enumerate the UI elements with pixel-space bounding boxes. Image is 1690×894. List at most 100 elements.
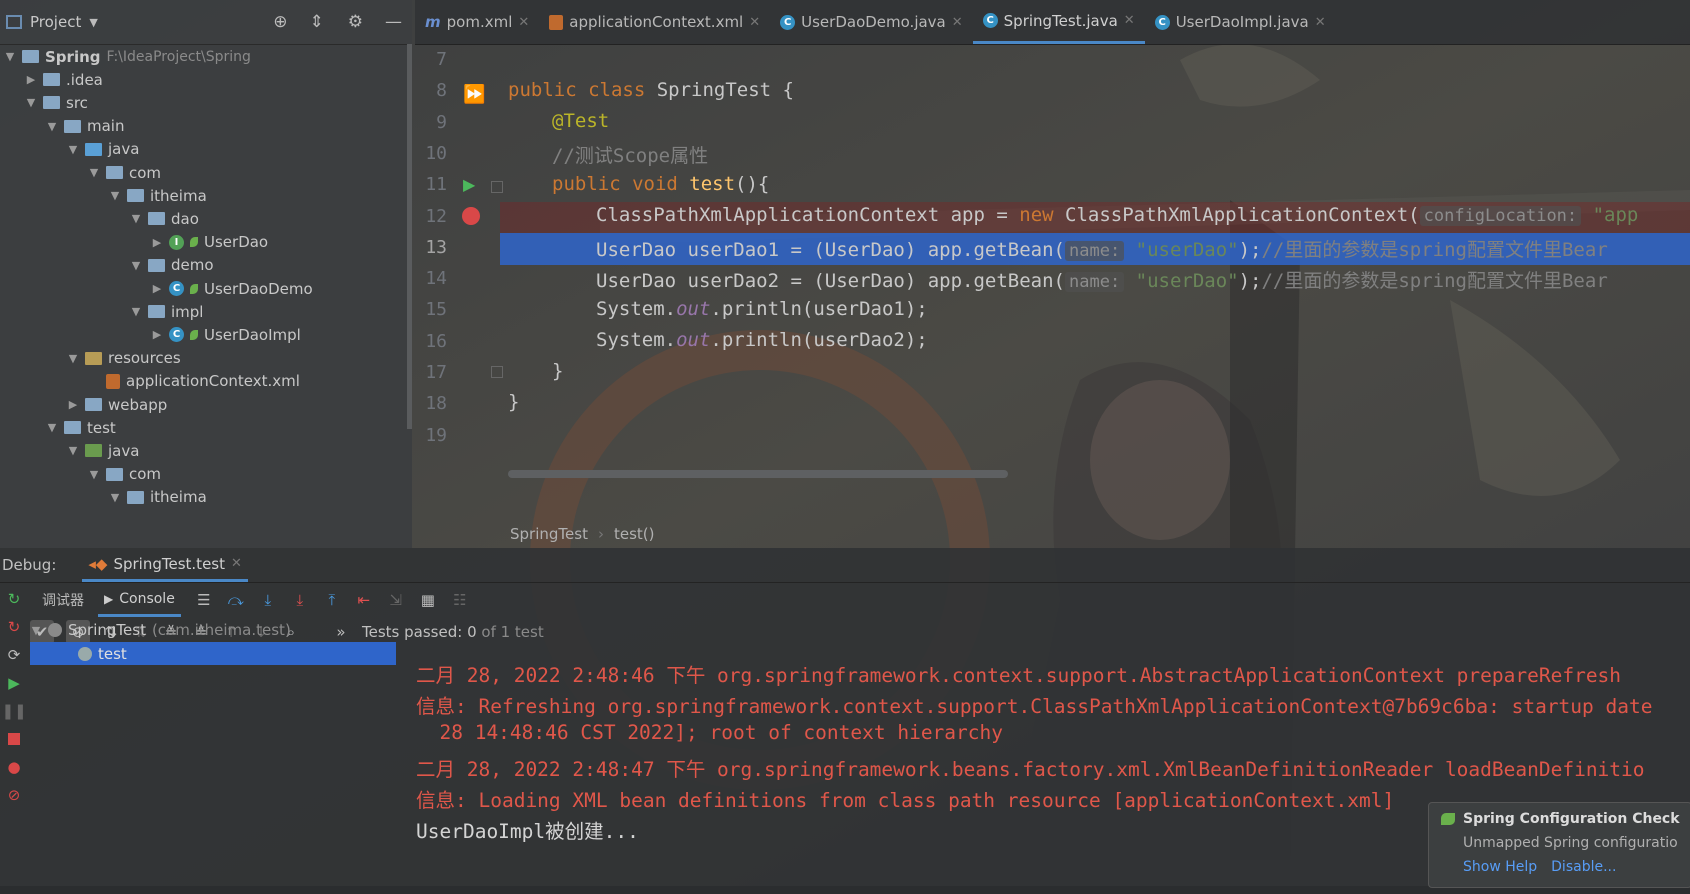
evaluate-expression-icon[interactable]: ▦ xyxy=(419,591,437,609)
horizontal-scrollbar[interactable] xyxy=(508,470,1008,478)
tree-item-userdao[interactable]: ▶ I UserDao xyxy=(151,230,268,255)
run-test-icon[interactable]: ▶ xyxy=(463,175,475,194)
tree-item-applicationcontext-xml[interactable]: applicationContext.xml xyxy=(88,369,300,394)
chevron-down-icon[interactable]: ▼ xyxy=(130,259,142,272)
chevron-right-icon[interactable]: ▶ xyxy=(25,73,37,86)
chevron-down-icon[interactable]: ▼ xyxy=(30,624,42,637)
tree-item-itheima[interactable]: ▼ itheima xyxy=(109,485,207,510)
test-suite-row[interactable]: ▼ SpringTest (com.itheima.test) xyxy=(30,618,291,642)
test-case-row[interactable]: test xyxy=(30,642,396,665)
tree-item-userdaodemo[interactable]: ▶ C UserDaoDemo xyxy=(151,276,313,301)
chevron-down-icon[interactable]: ▼ xyxy=(88,468,100,481)
breadcrumb-method[interactable]: test() xyxy=(614,525,655,543)
chevron-down-icon[interactable]: ▼ xyxy=(67,444,79,457)
minimize-icon[interactable]: — xyxy=(385,12,402,32)
show-help-link[interactable]: Show Help xyxy=(1463,859,1537,875)
tree-item-resources[interactable]: ▼ resources xyxy=(67,346,181,371)
spring-bean-icon xyxy=(190,329,198,340)
disable-link[interactable]: Disable... xyxy=(1551,859,1616,875)
project-panel: Project ▼ ⊕ ⇕ ⚙ — ▼ Spring F:\IdeaProject\… xyxy=(0,0,412,548)
run-class-icon[interactable]: ⏩ xyxy=(463,84,485,105)
trace-icon[interactable]: ☷ xyxy=(451,591,469,609)
editor-tab-pom-xml[interactable]: m pom.xml ✕ xyxy=(415,0,539,44)
tree-item-java[interactable]: ▼ java xyxy=(67,137,140,162)
breadcrumb-class[interactable]: SpringTest xyxy=(510,525,588,543)
close-icon[interactable]: ✕ xyxy=(1315,15,1326,30)
close-icon[interactable]: ✕ xyxy=(952,15,963,30)
editor-tab-userdaodemo-java[interactable]: C UserDaoDemo.java ✕ xyxy=(770,0,973,44)
chevron-right-icon[interactable]: ▶ xyxy=(67,398,79,411)
tree-item-com[interactable]: ▼ com xyxy=(88,160,161,185)
tree-item-main[interactable]: ▼ main xyxy=(46,114,125,139)
close-icon[interactable]: ✕ xyxy=(749,15,760,30)
debug-session-tab[interactable]: ◂◆ SpringTest.test ✕ xyxy=(82,548,248,582)
tree-item--idea[interactable]: ▶ .idea xyxy=(25,67,103,92)
chevron-down-icon[interactable]: ▼ xyxy=(130,212,142,225)
tree-item-webapp[interactable]: ▶ webapp xyxy=(67,392,168,417)
gear-icon[interactable]: ⚙ xyxy=(348,12,363,32)
close-icon[interactable]: ✕ xyxy=(518,15,529,30)
tree-item-com[interactable]: ▼ com xyxy=(88,462,161,487)
tree-item-impl[interactable]: ▼ impl xyxy=(130,299,204,324)
test-case-label: test xyxy=(98,644,127,663)
tree-item-test[interactable]: ▼ test xyxy=(46,415,116,440)
view-breakpoints-icon[interactable]: ● xyxy=(5,758,23,776)
rerun-icon[interactable]: ↻ xyxy=(5,590,23,608)
rerun-failed-icon[interactable]: ↻ xyxy=(5,618,23,636)
tree-item-spring[interactable]: ▼ Spring F:\IdeaProject\Spring xyxy=(4,44,251,69)
mute-breakpoints-icon[interactable]: ⊘ xyxy=(5,786,23,804)
chevron-right-icon[interactable]: ▶ xyxy=(151,282,163,295)
chevron-down-icon[interactable]: ▼ xyxy=(109,491,121,504)
tree-item-itheima[interactable]: ▼ itheima xyxy=(109,183,207,208)
project-view-selector[interactable]: Project xyxy=(30,13,81,31)
tree-item-label: java xyxy=(108,140,140,159)
project-scrollbar[interactable] xyxy=(407,44,412,429)
chevron-down-icon[interactable]: ▼ xyxy=(4,50,16,63)
chevron-down-icon[interactable]: ▼ xyxy=(88,166,100,179)
collapse-all-icon[interactable]: ⇕ xyxy=(310,12,324,32)
code-editor[interactable]: public class SpringTest { @Test //测试Scop… xyxy=(500,44,1690,519)
editor-tab-applicationcontext-xml[interactable]: applicationContext.xml ✕ xyxy=(539,0,770,44)
pause-icon[interactable]: ❚❚ xyxy=(1,702,26,720)
console-line: 信息: Refreshing org.springframework.conte… xyxy=(416,695,1653,719)
run-to-cursor-icon[interactable]: ⇲ xyxy=(387,591,405,609)
chevron-right-icon[interactable]: ▶ xyxy=(151,328,163,341)
tree-item-dao[interactable]: ▼ dao xyxy=(130,206,199,231)
tree-item-src[interactable]: ▼ src xyxy=(25,90,88,115)
chevron-down-icon[interactable]: ▼ xyxy=(130,305,142,318)
tree-item-demo[interactable]: ▼ demo xyxy=(130,253,214,278)
console-tab[interactable]: ▶ Console xyxy=(98,583,181,617)
debugger-tab[interactable]: 调试器 xyxy=(42,590,84,610)
chevron-down-icon[interactable]: ▼ xyxy=(25,96,37,109)
chevron-down-icon[interactable]: ▼ xyxy=(46,120,58,133)
tree-item-userdaoimpl[interactable]: ▶ C UserDaoImpl xyxy=(151,322,301,347)
tree-item-label: UserDaoImpl xyxy=(204,325,301,344)
chevron-down-icon[interactable]: ▼ xyxy=(109,189,121,202)
step-into-icon[interactable]: ⤓ xyxy=(259,591,277,609)
folder-icon xyxy=(127,189,144,203)
chevron-down-icon[interactable]: ▼ xyxy=(67,352,79,365)
locate-icon[interactable]: ⊕ xyxy=(273,12,287,32)
force-step-into-icon[interactable]: ⤓ xyxy=(291,591,309,609)
breakpoint-icon[interactable] xyxy=(462,207,480,225)
resume-icon[interactable]: ▶ xyxy=(5,674,23,692)
step-out-icon[interactable]: ⤒ xyxy=(323,591,341,609)
chevron-right-icon[interactable]: ▶ xyxy=(151,236,163,249)
folder-icon xyxy=(106,467,123,481)
tests-passed-suffix: of 1 test xyxy=(481,623,544,641)
stop-icon[interactable] xyxy=(5,730,23,748)
editor-tabs: m pom.xml ✕ applicationContext.xml ✕ C UserDao… xyxy=(415,0,1690,45)
tree-item-java[interactable]: ▼ java xyxy=(67,438,140,463)
chevron-down-icon[interactable]: ▼ xyxy=(46,421,58,434)
step-over-icon[interactable]: ⤼ xyxy=(227,591,245,609)
chevron-down-icon[interactable]: ▼ xyxy=(67,143,79,156)
editor-tab-userdaoimpl-java[interactable]: C UserDaoImpl.java ✕ xyxy=(1145,0,1336,44)
drop-frame-icon[interactable]: ⇤ xyxy=(355,591,373,609)
editor-tab-springtest-java[interactable]: C SpringTest.java ✕ xyxy=(972,0,1145,44)
chevron-down-icon[interactable]: ▼ xyxy=(89,16,97,29)
layout-menu-icon[interactable]: ☰ xyxy=(195,591,213,609)
toggle-auto-test-icon[interactable]: ⟳ xyxy=(5,646,23,664)
close-icon[interactable]: ✕ xyxy=(1124,13,1135,28)
close-icon[interactable]: ✕ xyxy=(231,556,242,571)
notification-balloon[interactable]: Spring Configuration Check Unmapped Spri… xyxy=(1428,802,1690,888)
